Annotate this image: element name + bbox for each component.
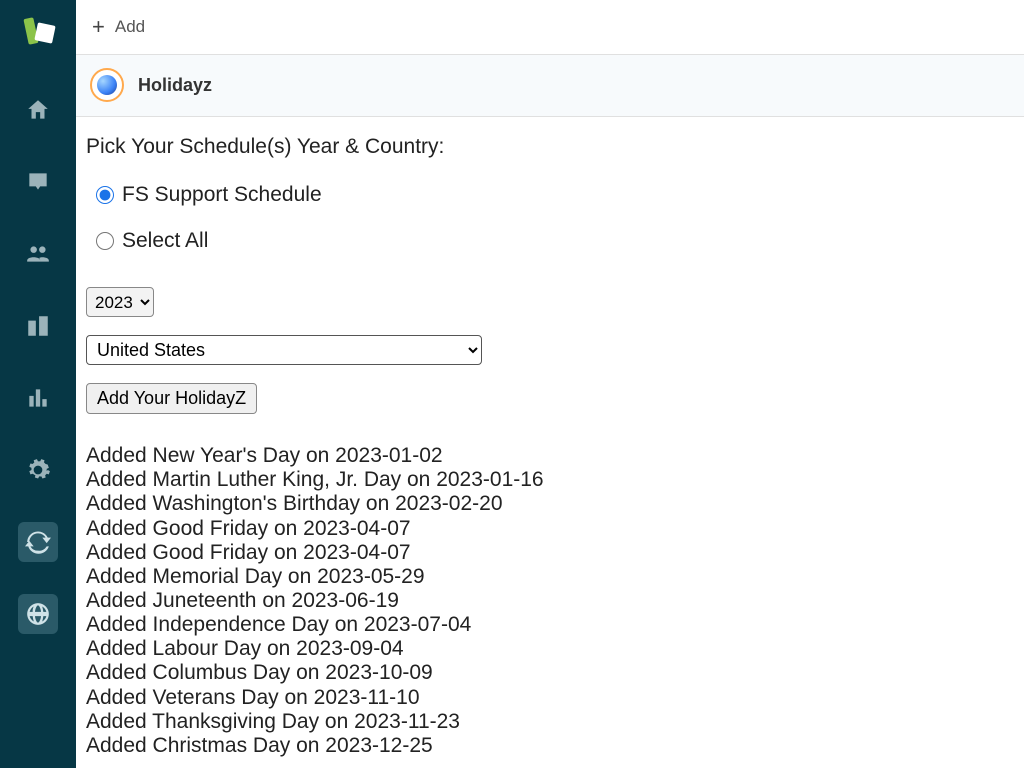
select-all-radio[interactable] [96, 232, 114, 250]
gear-icon[interactable] [18, 450, 58, 490]
log-entry: Added Washington's Birthday on 2023-02-2… [86, 492, 1014, 516]
sidebar [0, 0, 76, 768]
holidayz-app-icon [90, 68, 124, 102]
inbox-icon[interactable] [18, 162, 58, 202]
result-log: Added New Year's Day on 2023-01-02 Added… [86, 444, 1014, 758]
select-all-radio-label[interactable]: Select All [122, 229, 208, 253]
app-header: Holidayz [76, 55, 1024, 117]
add-holidayz-button[interactable]: Add Your HolidayZ [86, 383, 257, 414]
log-entry: Added Memorial Day on 2023-05-29 [86, 565, 1014, 589]
people-icon[interactable] [18, 234, 58, 274]
log-entry: Added Christmas Day on 2023-12-25 [86, 734, 1014, 758]
log-entry: Added Juneteenth on 2023-06-19 [86, 589, 1014, 613]
log-entry: Added Thanksgiving Day on 2023-11-23 [86, 710, 1014, 734]
schedule-radio[interactable] [96, 186, 114, 204]
log-entry: Added Veterans Day on 2023-11-10 [86, 686, 1014, 710]
globe-icon[interactable] [18, 594, 58, 634]
year-select[interactable]: 2023 [86, 287, 154, 317]
buildings-icon[interactable] [18, 306, 58, 346]
home-icon[interactable] [18, 90, 58, 130]
refresh-icon[interactable] [18, 522, 58, 562]
log-entry: Added New Year's Day on 2023-01-02 [86, 444, 1014, 468]
log-entry: Added Good Friday on 2023-04-07 [86, 541, 1014, 565]
log-entry: Added Columbus Day on 2023-10-09 [86, 661, 1014, 685]
log-entry: Added Labour Day on 2023-09-04 [86, 637, 1014, 661]
topbar: + Add [76, 0, 1024, 55]
app-title: Holidayz [138, 75, 212, 96]
app-logo [20, 14, 56, 50]
log-entry: Added Independence Day on 2023-07-04 [86, 613, 1014, 637]
schedule-radio-label[interactable]: FS Support Schedule [122, 183, 322, 207]
country-select[interactable]: United States [86, 335, 482, 365]
reports-icon[interactable] [18, 378, 58, 418]
plus-icon[interactable]: + [92, 16, 105, 38]
log-entry: Added Good Friday on 2023-04-07 [86, 517, 1014, 541]
form-prompt: Pick Your Schedule(s) Year & Country: [86, 135, 1014, 159]
log-entry: Added Martin Luther King, Jr. Day on 202… [86, 468, 1014, 492]
add-label[interactable]: Add [115, 17, 145, 37]
